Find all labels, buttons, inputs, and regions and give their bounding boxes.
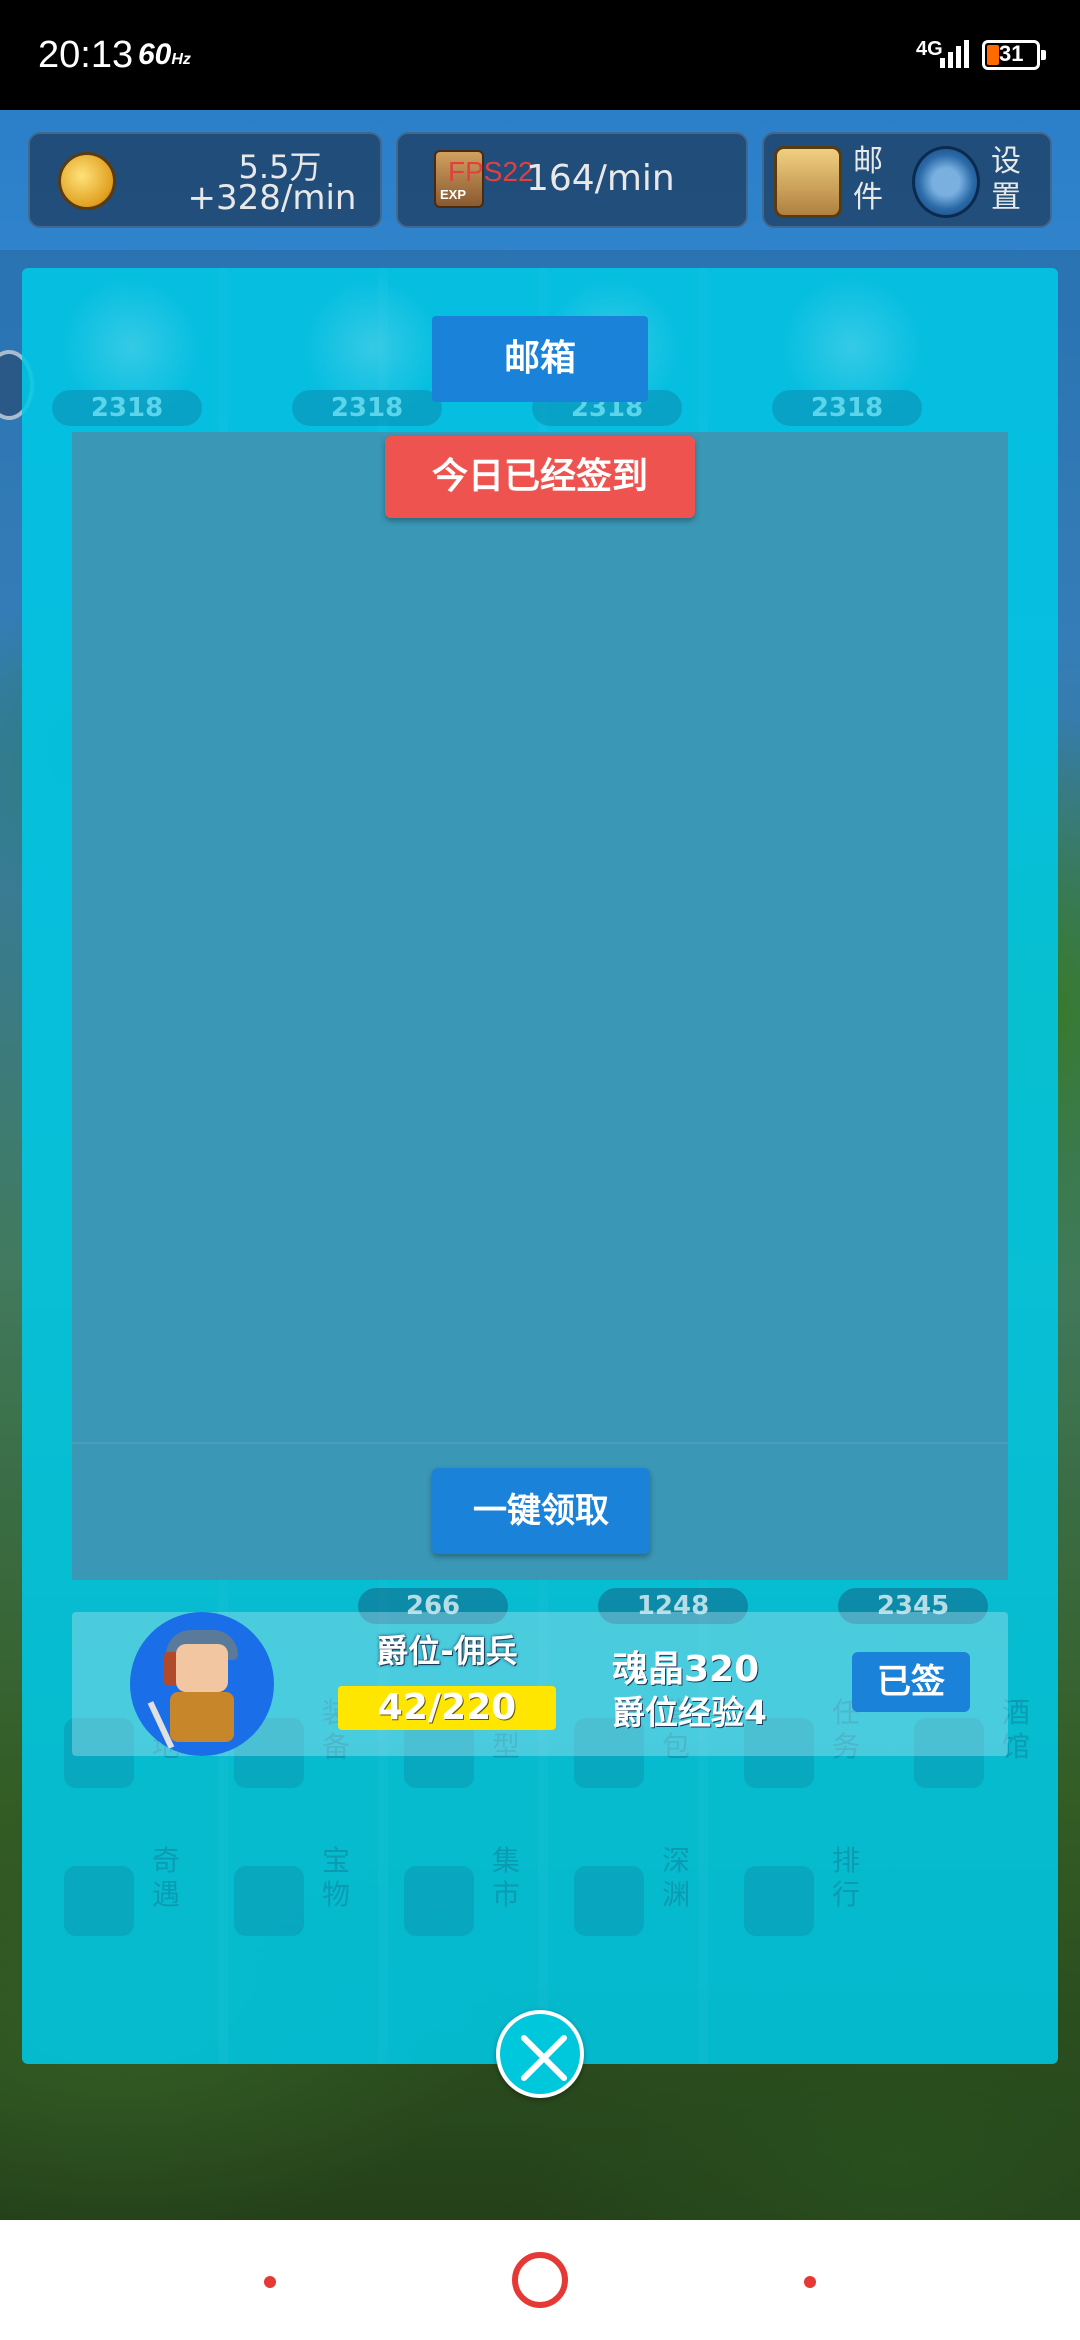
settings-label: 设置 xyxy=(991,144,1021,215)
mailbox-icon xyxy=(774,146,842,218)
nav-back-button[interactable] xyxy=(804,2276,816,2288)
settings-button[interactable]: 设置 xyxy=(906,140,1046,224)
ghost-card-value: 2318 xyxy=(772,390,922,426)
close-icon xyxy=(521,2035,567,2081)
system-nav-bar xyxy=(0,2220,1080,2340)
signed-today-banner: 今日已经签到 xyxy=(385,436,695,518)
close-button[interactable] xyxy=(496,2010,584,2098)
panel-divider xyxy=(72,1442,1008,1444)
status-time: 20:13 xyxy=(38,34,134,76)
rank-progress: 42/220 xyxy=(338,1686,556,1730)
status-bar: 20:13 60Hz 4G 31 xyxy=(0,0,1080,110)
claim-all-button[interactable]: 一键领取 xyxy=(432,1468,650,1554)
gear-icon xyxy=(912,146,980,218)
ghost-nav-label: 集市 xyxy=(491,1844,520,1911)
daily-checkin-bar: 爵位-佣兵 42/220 魂晶320 爵位经验4 已签 xyxy=(72,1612,1008,1756)
ghost-card-value: 2318 xyxy=(292,390,442,426)
exp-resource: EXP FPS22 164/min xyxy=(396,132,748,228)
gold-resource: 5.5万 +328/min xyxy=(28,132,382,228)
resource-bar: 5.5万 +328/min EXP FPS22 164/min 邮件 设置 xyxy=(0,110,1080,250)
ghost-nav-label: 深渊 xyxy=(661,1844,690,1911)
refresh-rate: 60Hz xyxy=(138,38,191,71)
gold-rate: +328/min xyxy=(187,178,357,218)
network-type: 4G xyxy=(916,38,943,60)
exp-rate: 164/min xyxy=(526,158,675,199)
reward-soul-crystal: 魂晶320 xyxy=(612,1649,760,1690)
mail-button[interactable]: 邮件 xyxy=(768,140,908,224)
battery-icon: 31 xyxy=(982,40,1046,70)
rank-title: 爵位-佣兵 xyxy=(376,1632,518,1670)
avatar xyxy=(130,1612,274,1756)
mailbox-dialog: 2318 2318 2318 2318 营地 装备 阵型 背包 任务 酒馆 奇遇… xyxy=(22,268,1058,2064)
signed-button[interactable]: 已签 xyxy=(852,1652,970,1712)
fps-counter: FPS22 xyxy=(448,156,534,187)
ghost-nav-label: 宝物 xyxy=(321,1844,350,1911)
reward-rank-exp: 爵位经验4 xyxy=(612,1693,767,1732)
battery-level: 31 xyxy=(999,41,1024,66)
tab-mailbox[interactable]: 邮箱 xyxy=(432,316,648,402)
ghost-card-value: 2318 xyxy=(52,390,202,426)
top-menu: 邮件 设置 xyxy=(762,132,1052,228)
mail-label: 邮件 xyxy=(853,144,883,215)
nav-menu-button[interactable] xyxy=(264,2276,276,2288)
gold-coin-icon xyxy=(58,152,116,210)
nav-home-button[interactable] xyxy=(512,2252,568,2308)
signal-icon xyxy=(940,40,969,68)
ghost-nav-label: 奇遇 xyxy=(151,1844,180,1911)
ghost-nav-label: 排行 xyxy=(831,1844,860,1911)
mail-list-panel[interactable] xyxy=(72,432,1008,1580)
